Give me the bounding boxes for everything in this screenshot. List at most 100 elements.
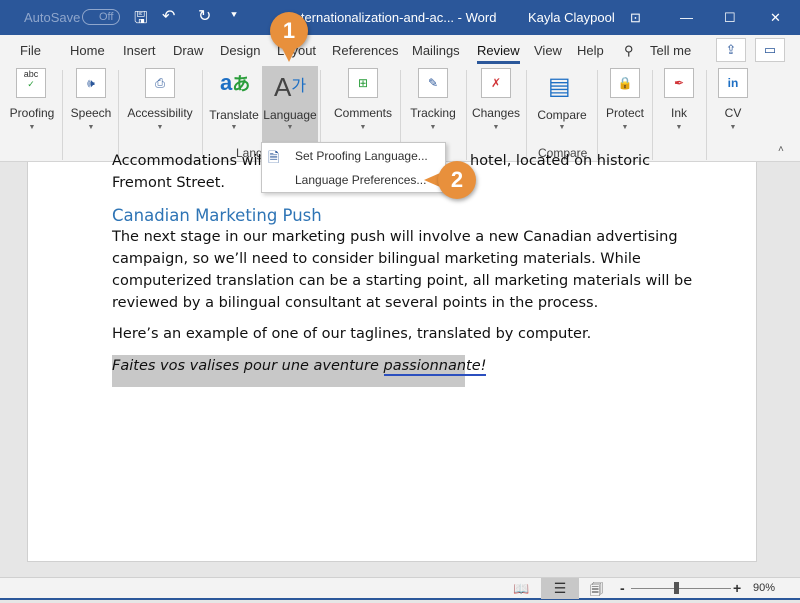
paragraph-line: reviewed by a bilingual consultant at se… bbox=[112, 295, 599, 311]
collapse-ribbon-icon[interactable]: ˄ bbox=[778, 144, 784, 155]
read-mode-icon[interactable]: 📖 bbox=[513, 581, 529, 597]
language-dropdown-menu: 🗎 Set Proofing Language... Language Pref… bbox=[261, 142, 446, 193]
proofing-label: Proofing bbox=[9, 106, 55, 120]
read-aloud-icon: 🕪 bbox=[76, 68, 106, 98]
doc-line-partial-right: hotel, located on historic bbox=[470, 153, 651, 169]
divider bbox=[706, 70, 707, 160]
tell-me-input[interactable]: Tell me bbox=[650, 43, 691, 58]
chevron-down-icon: ▼ bbox=[429, 124, 437, 131]
redo-icon[interactable]: ↻ bbox=[198, 6, 211, 26]
comments-icon[interactable]: ▭ bbox=[755, 38, 785, 62]
zoom-out-button[interactable]: - bbox=[620, 580, 625, 596]
protect-button[interactable]: 🔒 Protect ▼ bbox=[600, 66, 650, 162]
chevron-down-icon: ▼ bbox=[28, 124, 36, 131]
zoom-level[interactable]: 90% bbox=[753, 582, 775, 594]
zoom-slider[interactable] bbox=[631, 588, 731, 589]
customize-icon[interactable]: ⯆ bbox=[230, 10, 238, 21]
ribbon-tabs: File Home Insert Draw Design Layout Refe… bbox=[0, 35, 800, 66]
set-proofing-language-icon: 🗎 bbox=[268, 149, 280, 165]
chevron-down-icon: ▼ bbox=[621, 124, 629, 131]
cv-label: CV bbox=[724, 106, 742, 120]
autosave-toggle[interactable]: Off bbox=[82, 9, 120, 25]
comments-label: Comments bbox=[333, 106, 392, 120]
tab-draw[interactable]: Draw bbox=[173, 43, 203, 58]
chevron-down-icon: ▼ bbox=[156, 124, 164, 131]
tagline-selected[interactable]: Faites vos valises pour une aventure pas… bbox=[112, 355, 487, 387]
minimize-icon[interactable]: — bbox=[680, 10, 693, 25]
chevron-down-icon: ▼ bbox=[286, 124, 294, 131]
pen-icon: ✒ bbox=[664, 68, 694, 98]
linkedin-icon: in bbox=[718, 68, 748, 98]
doc-line: Fremont Street. bbox=[112, 175, 225, 191]
language-button[interactable]: A가 Language ▼ bbox=[262, 66, 318, 148]
chevron-down-icon: ▼ bbox=[675, 124, 683, 131]
translate-icon: aあ bbox=[220, 70, 251, 95]
print-layout-icon[interactable]: ☰ bbox=[541, 578, 579, 599]
search-icon[interactable]: ⚲ bbox=[624, 43, 634, 59]
undo-icon[interactable]: ↶ bbox=[162, 6, 175, 26]
zoom-in-button[interactable]: + bbox=[733, 580, 741, 596]
zoom-slider-thumb[interactable] bbox=[674, 582, 679, 594]
maximize-icon[interactable]: ☐ bbox=[724, 10, 736, 26]
tagline-flagged-word[interactable]: passionnante! bbox=[383, 358, 487, 376]
language-label: Language bbox=[263, 108, 317, 122]
tab-mailings[interactable]: Mailings bbox=[412, 43, 460, 58]
menu-item-language-preferences[interactable]: Language Preferences... bbox=[295, 173, 426, 187]
tagline-text: Faites vos valises pour une aventure bbox=[112, 358, 384, 374]
track-changes-icon: ✎ bbox=[418, 68, 448, 98]
proofing-button[interactable]: abc ✓ Proofing ▼ bbox=[4, 66, 60, 162]
doc-line-partial-left: Accommodations will bbox=[112, 153, 266, 169]
changes-label: Changes bbox=[471, 106, 521, 120]
divider bbox=[62, 70, 63, 160]
heading: Canadian Marketing Push bbox=[112, 206, 322, 225]
document-title: Internationalization-and-ac... - Word bbox=[290, 10, 497, 25]
compare-label: Compare bbox=[537, 108, 587, 122]
ribbon-display-icon[interactable]: ⊡ bbox=[630, 10, 641, 26]
menu-item-set-proofing-language[interactable]: Set Proofing Language... bbox=[295, 149, 428, 163]
paragraph: Here’s an example of one of our taglines… bbox=[112, 326, 592, 342]
callout-2: 2 bbox=[438, 161, 476, 199]
chevron-down-icon: ▼ bbox=[492, 124, 500, 131]
chevron-down-icon: ▼ bbox=[729, 124, 737, 131]
paragraph-line: campaign, so we’ll need to consider bili… bbox=[112, 251, 641, 267]
callout-1: 1 bbox=[270, 12, 308, 50]
accessibility-button[interactable]: ⎙ Accessibility ▼ bbox=[122, 66, 198, 162]
new-comment-icon: ⊞ bbox=[348, 68, 378, 98]
save-icon[interactable]: 🖫 bbox=[134, 7, 148, 34]
tab-insert[interactable]: Insert bbox=[123, 43, 156, 58]
ink-button[interactable]: ✒ Ink ▼ bbox=[656, 66, 702, 162]
divider bbox=[652, 70, 653, 160]
paragraph-line: computerized translation can be a starti… bbox=[112, 273, 693, 289]
autosave-label: AutoSave bbox=[24, 10, 81, 25]
share-icon[interactable]: ⇪ bbox=[716, 38, 746, 62]
tab-help[interactable]: Help bbox=[577, 43, 604, 58]
tab-references[interactable]: References bbox=[332, 43, 398, 58]
user-name[interactable]: Kayla Claypool bbox=[528, 10, 615, 25]
translate-label: Translate bbox=[209, 108, 259, 122]
title-bar: AutoSave Off 🖫 ↶ ↻ ⯆ Internationalizatio… bbox=[0, 0, 800, 35]
ink-label: Ink bbox=[670, 106, 687, 120]
protect-label: Protect bbox=[605, 106, 644, 120]
tab-review[interactable]: Review bbox=[477, 43, 520, 64]
accessibility-icon: ⎙ bbox=[145, 68, 175, 98]
tab-design[interactable]: Design bbox=[220, 43, 260, 58]
tab-file[interactable]: File bbox=[20, 43, 41, 58]
callout-arrow bbox=[282, 48, 296, 62]
lock-icon: 🔒 bbox=[610, 68, 640, 98]
divider bbox=[597, 70, 598, 160]
speech-button[interactable]: 🕪 Speech ▼ bbox=[66, 66, 116, 162]
divider bbox=[526, 70, 527, 160]
tracking-label: Tracking bbox=[410, 106, 456, 120]
changes-button[interactable]: ✗ Changes ▼ bbox=[470, 66, 522, 162]
chevron-down-icon: ▼ bbox=[558, 124, 566, 131]
chevron-down-icon: ▼ bbox=[359, 124, 367, 131]
tab-view[interactable]: View bbox=[534, 43, 562, 58]
tab-home[interactable]: Home bbox=[70, 43, 105, 58]
divider bbox=[118, 70, 119, 160]
speech-label: Speech bbox=[70, 106, 112, 120]
status-bar: 📖 ☰ 🗐 - + 90% bbox=[0, 577, 800, 600]
chevron-down-icon: ▼ bbox=[230, 124, 238, 131]
close-icon[interactable]: ✕ bbox=[770, 10, 781, 26]
cv-button[interactable]: in CV ▼ bbox=[710, 66, 756, 162]
language-icon: A가 bbox=[274, 72, 307, 102]
